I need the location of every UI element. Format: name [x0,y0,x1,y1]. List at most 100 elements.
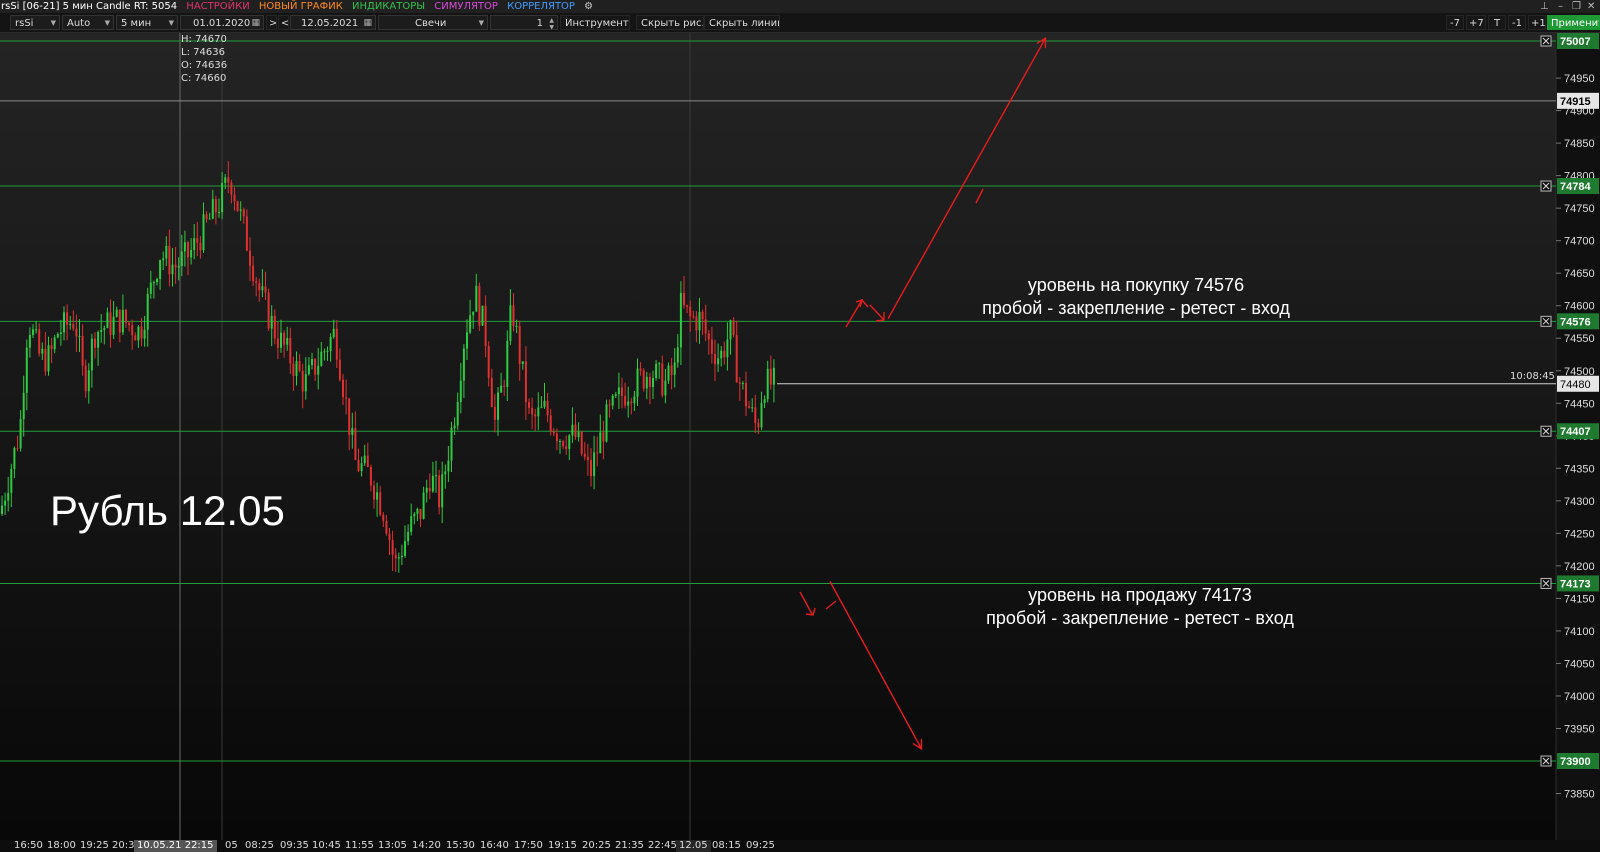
candlestick-chart[interactable]: 7495074900748507480074750747007465074600… [0,33,1600,840]
candle-body [593,452,596,477]
candle-body [376,492,379,500]
candle-body [16,447,19,449]
candle-body [208,218,211,220]
candle-body [190,249,193,258]
candle-body [301,370,304,392]
shift-plus1-button[interactable]: +1 [1528,15,1546,30]
prev-button[interactable]: < [278,15,289,30]
shift-plus7-button[interactable]: +7 [1466,15,1486,30]
menu-simulator[interactable]: СИМУЛЯТОР [434,0,498,13]
shift-minus7-button[interactable]: -7 [1446,15,1464,30]
candle-body [233,194,236,202]
candle-body [218,212,220,214]
candle-body [90,338,93,371]
candle-body [404,541,406,556]
level-price-label: 73900 [1560,756,1591,768]
gears-icon[interactable]: ⚙ [584,0,593,13]
pin-icon[interactable]: ⊥ [1540,0,1549,13]
ohlc-close: C: 74660 [181,73,227,84]
ohlc-readout: H: 74670 L: 74636 O: 74636 C: 74660 [181,33,227,85]
candle-body [723,350,726,358]
menu-indicators[interactable]: ИНДИКАТОРЫ [352,0,425,13]
price-tick-label: 74100 [1564,626,1595,638]
level-price-label: 74173 [1560,578,1591,590]
candle-body [199,242,202,251]
candle-body [766,368,769,400]
candle-body [338,359,341,380]
candle-body [466,332,468,349]
hide-lines-button[interactable]: Скрыть линии [704,15,780,30]
candle-body [131,325,134,336]
candle-body [546,400,549,416]
candle-body [332,328,335,338]
candle-body [69,323,72,325]
candle-body [382,514,385,522]
candle-body [317,365,320,375]
tools-button[interactable]: Инструменты [560,15,630,30]
timeframe-value: 5 мин [121,18,152,29]
next-button[interactable]: > [266,15,277,30]
close-icon[interactable]: ✕ [1587,0,1595,13]
ohlc-low: L: 74636 [181,47,225,58]
menu-new-chart[interactable]: НОВЫЙ ГРАФИК [259,0,343,13]
hide-drawings-button[interactable]: Скрыть рис. [636,15,704,30]
chevron-down-icon: ▼ [50,19,56,27]
chevron-down-icon: ▼ [168,19,174,27]
candle-body [146,293,149,330]
symbol-select[interactable]: rsSi ▼ [10,15,60,30]
candle-body [754,407,757,424]
chart-type-value: Свечи [415,18,447,29]
candle-body [345,397,348,399]
today-button[interactable]: T [1488,15,1506,30]
chart-type-select[interactable]: Свечи ▼ [378,15,488,30]
calendar-icon[interactable]: ▦ [251,16,260,29]
level-price-label: 74576 [1560,316,1591,328]
candle-body [726,339,729,358]
candle-body [710,339,713,354]
candle-body [118,309,121,333]
scale-select[interactable]: Auto ▼ [62,15,114,30]
candle-body [38,329,41,354]
date-to-field[interactable]: 12.05.2021 ▦ [290,15,376,30]
candle-body [590,459,592,477]
time-axis-label: 12.05 [676,840,711,852]
time-axis-label: 11:55 [345,840,374,851]
candle-body [521,361,524,364]
candle-body [428,487,431,492]
candle-body [484,305,487,347]
candle-body [311,358,313,366]
shift-minus1-button[interactable]: -1 [1508,15,1526,30]
candle-body [555,433,558,442]
candle-body [4,500,7,506]
time-axis-label: 19:25 [80,840,109,851]
menu-bar: rsSi [06-21] 5 мин Candle RT: 5054 НАСТР… [0,0,1600,13]
time-axis-label: 10:45 [312,840,341,851]
candle-body [221,182,224,213]
time-axis-label: 08:15 [712,840,741,851]
sell-note: уровень на продажу 74173 пробой - закреп… [904,584,1376,630]
date-from-field[interactable]: 01.01.2020 ▦ [180,15,264,30]
sell-note-line1: уровень на продажу 74173 [1028,585,1252,605]
apply-button[interactable]: Применить [1547,15,1600,30]
candle-body [22,392,25,420]
last-price-time: 10:08:45 [1510,371,1555,382]
candle-body [686,305,689,307]
candle-body [431,475,434,492]
timeframe-select[interactable]: 5 мин ▼ [116,15,178,30]
candle-body [214,199,217,213]
count-stepper[interactable]: 1 ▲ ▼ [490,15,558,30]
minimize-icon[interactable]: – [1558,0,1563,13]
chart-area[interactable]: 74950 74900 74850 74800 74750 74700 74650 74600… [0,33,1600,840]
restore-icon[interactable]: ❐ [1572,0,1581,13]
calendar-icon[interactable]: ▦ [363,16,372,29]
candle-body [586,456,589,460]
menu-correlator[interactable]: КОРРЕЛЯТОР [507,0,575,13]
stepper-icon[interactable]: ▲ ▼ [549,17,554,29]
candle-body [72,323,75,329]
candle-body [227,177,230,183]
menu-settings[interactable]: НАСТРОЙКИ [186,0,249,13]
candle-body [655,363,658,379]
time-axis-label: 16:40 [480,840,509,851]
candle-body [329,337,332,351]
candle-body [769,368,772,385]
